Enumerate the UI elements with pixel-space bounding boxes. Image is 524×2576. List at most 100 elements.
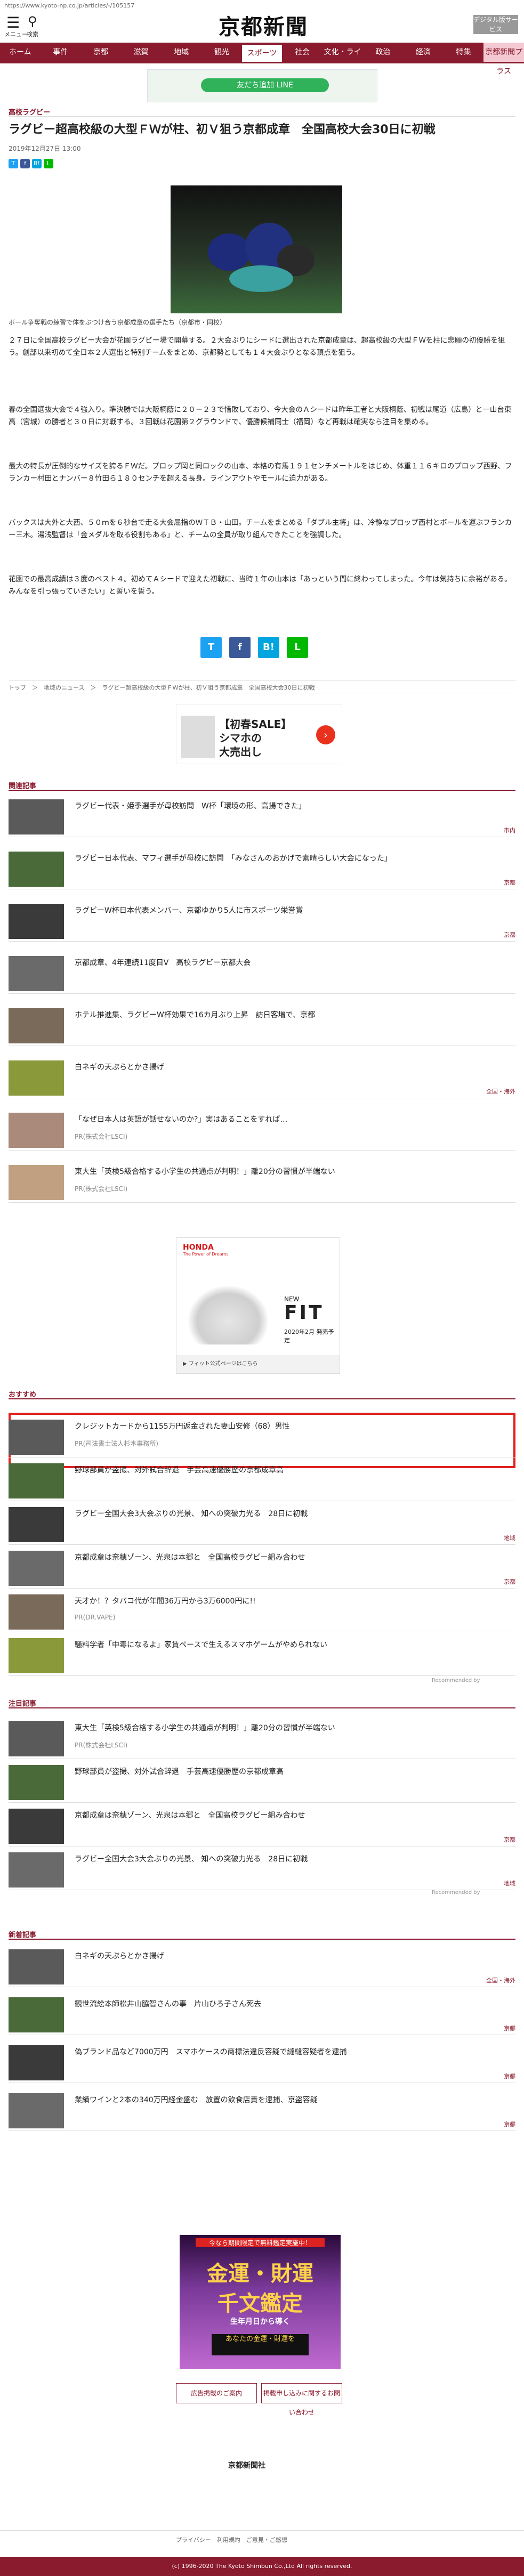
list-item-thumbnail[interactable] [9,904,64,939]
nav-item[interactable]: 京都 [80,43,121,62]
list-item[interactable]: 野球部員が盗撮、対外試合辞退 手芸高速優勝歴の京都成章高 [9,1459,515,1501]
list-item[interactable]: 観世流絵本師松井山脇智さんの事 片山ひろ子さん死去 京都 [9,1993,515,2035]
list-item-thumbnail[interactable] [9,1507,64,1542]
list-item-thumbnail[interactable] [9,1420,64,1455]
list-item-title[interactable]: 観世流絵本師松井山脇智さんの事 片山ひろ子さん死去 [75,1998,501,2009]
list-item[interactable]: 白ネギの天ぷらとかき揚げ 全国・海外 [9,1056,515,1098]
nav-item[interactable]: 政治 [362,43,403,62]
contact-button[interactable]: 掲載申し込みに関するお問い合わせ [261,2383,342,2416]
article-section-label[interactable]: 高校ラグビー [9,107,50,117]
list-item-title[interactable]: 野球部員が盗撮、対外試合辞退 手芸高速優勝歴の京都成章高 [75,1464,501,1475]
line-add-friend-button[interactable]: 友だち追加 LINE [201,78,329,92]
list-item[interactable]: ラグビー代表・姫季選手が母校訪問 W杯「環境の形、高揚できた」 市内 [9,795,515,837]
list-item-title[interactable]: 京都成章は奈穂ゾーン、光泉は本郷と 全国高校ラグビー組み合わせ [75,1810,501,1820]
list-item[interactable]: ラグビー日本代表、マフィ選手が母校に訪問 「みなさんのおかげで素晴らしい大会にな… [9,847,515,889]
list-item-title[interactable]: 東大生「英検5級合格する小学生の共通点が判明！」離20分の習慣が半端ない [75,1722,501,1733]
list-item-title[interactable]: ラグビー代表・姫季選手が母校訪問 W杯「環境の形、高揚できた」 [75,800,501,811]
list-item-thumbnail[interactable] [9,956,64,991]
list-item[interactable]: ラグビー全国大会3大会ぶりの光景、 知への突破力光る 28日に初戦 地域 [9,1503,515,1545]
list-item-thumbnail[interactable] [9,1463,64,1498]
list-item[interactable]: 東大生「英検5級合格する小学生の共通点が判明！」離20分の習慣が半端ない PR(株… [9,1161,515,1203]
hatena-share-icon[interactable]: B! [258,637,279,658]
list-item-thumbnail[interactable] [9,1594,64,1630]
list-item[interactable]: 業績ワインと2本の340万円経金盛む 放置の飲食店責を逮捕、京盗容疑 京都 [9,2089,515,2131]
list-item[interactable]: 京都成章は奈穂ゾーン、光泉は本郷と 全国高校ラグビー組み合わせ 京都 [9,1804,515,1846]
list-item-title[interactable]: ラグビー日本代表、マフィ選手が母校に訪問 「みなさんのおかげで素晴らしい大会にな… [75,853,501,863]
twitter-share-icon[interactable]: T [200,637,222,658]
list-item-thumbnail[interactable] [9,1165,64,1200]
nav-item[interactable]: 特集 [444,43,484,62]
digital-service-button[interactable]: デジタル版サービス [473,15,518,34]
nav-item[interactable]: 社会 [282,43,323,62]
list-item-thumbnail[interactable] [9,799,64,835]
list-item-thumbnail[interactable] [9,852,64,887]
list-item[interactable]: 野球部員が盗撮、対外試合辞退 手芸高速優勝歴の京都成章高 [9,1761,515,1803]
site-logo[interactable]: 京都新聞 [219,10,308,40]
list-item-thumbnail[interactable] [9,2093,64,2128]
list-item-title[interactable]: 東大生「英検5級合格する小学生の共通点が判明！」離20分の習慣が半端ない [75,1166,501,1177]
list-item-title[interactable]: ラグビー全国大会3大会ぶりの光景、 知への突破力光る 28日に初戦 [75,1853,501,1864]
nav-item[interactable]: 京都新聞プラス [483,43,524,76]
nav-item[interactable]: ホーム [0,43,41,62]
list-item[interactable]: 東大生「英検5級合格する小学生の共通点が判明！」離20分の習慣が半端ない PR(株… [9,1717,515,1759]
list-item-thumbnail[interactable] [9,1060,64,1096]
menu-icon[interactable]: ☰ [6,14,20,31]
list-item-title[interactable]: 白ネギの天ぷらとかき揚げ [75,1950,501,1961]
list-item[interactable]: クレジットカードから1155万円返金された妻山安修（68）男性 PR(司法書士法人… [9,1415,515,1457]
nav-item[interactable]: 事件 [41,43,81,62]
list-item[interactable]: 京都成章、4年連続11度目V 高校ラグビー京都大会 [9,952,515,994]
nav-item[interactable]: 観光 [201,43,242,62]
fit-ad-link[interactable]: ▶ フィット公式ページはこちら [176,1355,340,1373]
list-item[interactable]: 騒料学者「中毒になるよ」家賃ペースで生えるスマホゲームがやめられない [9,1634,515,1676]
list-item-title[interactable]: 騒料学者「中毒になるよ」家賃ペースで生えるスマホゲームがやめられない [75,1639,501,1650]
twitter-share-icon[interactable]: T [9,159,18,168]
list-item[interactable]: 天才か！？タバコ代が年間36万円から3万6000円に!! PR(DR.VAPE) [9,1590,515,1632]
breadcrumb[interactable]: トップ ＞ 地域のニュース ＞ ラグビー超高校級の大型ＦＷが柱、初Ｖ狙う京都成章… [9,683,315,692]
list-item-title[interactable]: 業績ワインと2本の340万円経金盛む 放置の飲食店責を逮捕、京盗容疑 [75,2094,501,2105]
list-item-thumbnail[interactable] [9,1949,64,1984]
list-item-title[interactable]: 京都成章は奈穂ゾーン、光泉は本郷と 全国高校ラグビー組み合わせ [75,1552,501,1562]
facebook-share-icon[interactable]: f [20,159,30,168]
list-item-title[interactable]: ラグビーW杯日本代表メンバー、京都ゆかり5人に市スポーツ栄誉賞 [75,905,501,916]
list-item[interactable]: 白ネギの天ぷらとかき揚げ 全国・海外 [9,1945,515,1987]
list-item-title[interactable]: 偽ブランド品など7000万円 スマホケースの商標法違反容疑で縫縫容疑者を逮捕 [75,2046,501,2057]
list-item-title[interactable]: 天才か！？タバコ代が年間36万円から3万6000円に!! [75,1595,501,1606]
line-ad-banner[interactable]: 友だち追加 LINE [147,69,377,102]
list-item-title[interactable]: 「なぜ日本人は英語が話せないのか?」実はあることをすれば… [75,1114,501,1124]
honda-fit-ad[interactable]: HONDA The Power of Dreams NEW FIT 2020年2… [176,1237,340,1374]
list-item-title[interactable]: 白ネギの天ぷらとかき揚げ [75,1062,501,1072]
list-item-thumbnail[interactable] [9,1113,64,1148]
list-item-thumbnail[interactable] [9,2045,64,2080]
line-share-icon[interactable]: L [44,159,53,168]
list-item-title[interactable]: ラグビー全国大会3大会ぶりの光景、 知への突破力光る 28日に初戦 [75,1508,501,1519]
list-item-title[interactable]: クレジットカードから1155万円返金された妻山安修（68）男性 [75,1421,501,1431]
facebook-share-icon[interactable]: f [229,637,251,658]
nav-item[interactable]: 経済 [403,43,444,62]
fortune-ad[interactable]: 今なら期間限定で無料鑑定実施中！ 金運・財運 千文鑑定 生年月日から導く あなた… [180,2235,341,2369]
ad-info-button[interactable]: 広告掲載のご案内 [176,2383,257,2403]
list-item-title[interactable]: 京都成章、4年連続11度目V 高校ラグビー京都大会 [75,957,501,968]
list-item[interactable]: ホテル推進集、ラグビーW杯効果で16カ月ぶり上昇 訪日客増で、京都 [9,1004,515,1046]
list-item-thumbnail[interactable] [9,1852,64,1888]
list-item-thumbnail[interactable] [9,1809,64,1844]
list-item-thumbnail[interactable] [9,1765,64,1800]
list-item-thumbnail[interactable] [9,1721,64,1756]
list-item-thumbnail[interactable] [9,1997,64,2032]
nav-item[interactable]: 地域 [161,43,201,62]
article-photo[interactable] [171,185,342,313]
list-item[interactable]: 偽ブランド品など7000万円 スマホケースの商標法違反容疑で縫縫容疑者を逮捕 京都 [9,2041,515,2083]
footer-nav[interactable]: プライバシー 利用規約 ご意見・ご感想 [176,2536,287,2544]
nav-item[interactable]: 滋賀 [121,43,162,62]
list-item-title[interactable]: ホテル推進集、ラグビーW杯効果で16カ月ぶり上昇 訪日客増で、京都 [75,1009,501,1020]
hatena-share-icon[interactable]: B! [32,159,42,168]
line-share-icon[interactable]: L [287,637,308,658]
list-item[interactable]: 「なぜ日本人は英語が話せないのか?」実はあることをすれば… PR(株式会社LSCI… [9,1108,515,1151]
list-item-title[interactable]: 野球部員が盗撮、対外試合辞退 手芸高速優勝歴の京都成章高 [75,1766,501,1777]
footer-logo[interactable]: 京都新聞社 [228,2460,265,2470]
list-item-thumbnail[interactable] [9,1638,64,1673]
search-icon[interactable]: ⚲ [28,14,37,29]
list-item-thumbnail[interactable] [9,1551,64,1586]
sale-ad[interactable]: 【初春SALE】 シマホの 大売出し › [176,704,342,764]
chevron-right-icon[interactable]: › [316,725,335,744]
nav-item[interactable]: 文化・ライフ [323,43,363,76]
